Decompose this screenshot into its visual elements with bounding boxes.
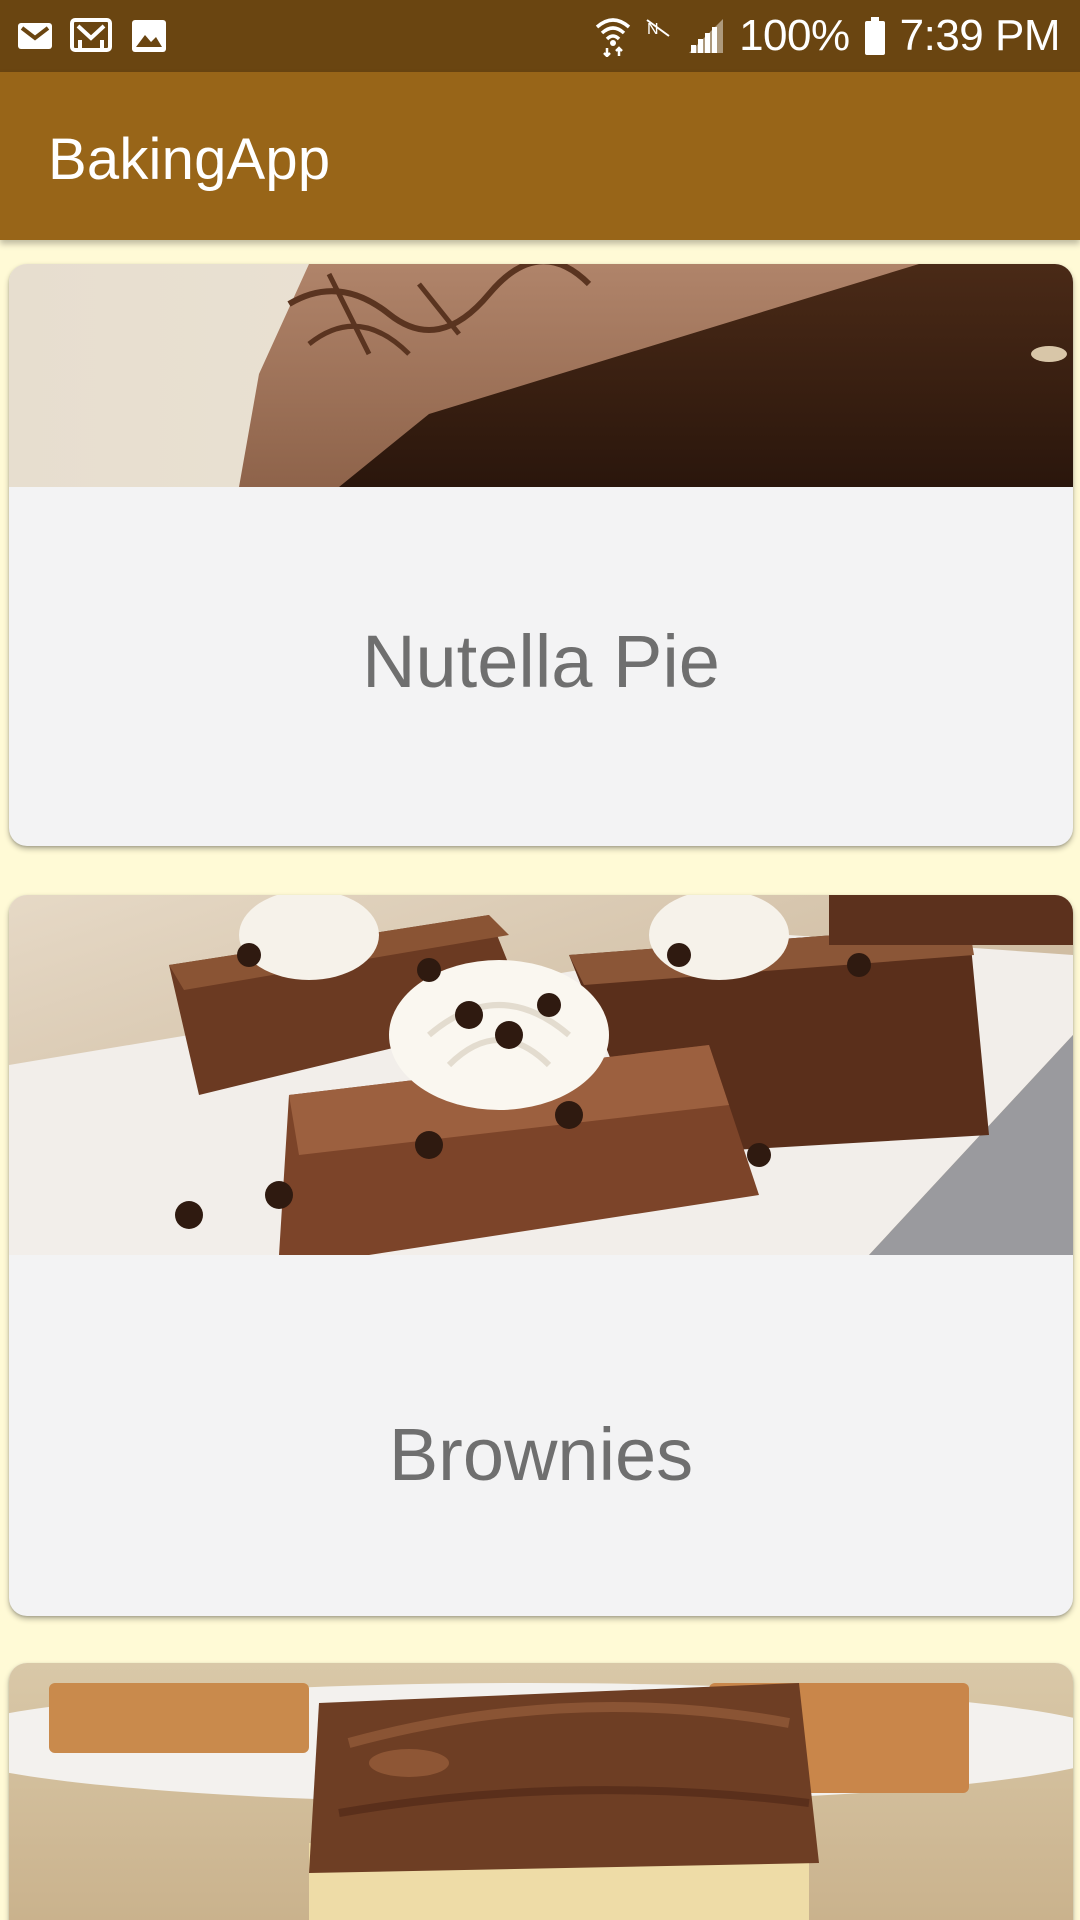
- recipe-card-nutella-pie[interactable]: Nutella Pie: [9, 264, 1073, 846]
- image-icon: [130, 17, 168, 55]
- battery-percent: 100%: [739, 11, 850, 60]
- mail-outline-icon: [70, 16, 114, 56]
- recipe-image-nutella-pie: [9, 264, 1073, 487]
- app-bar: BakingApp: [0, 72, 1080, 240]
- signal-icon: [687, 17, 725, 55]
- recipe-name: Nutella Pie: [362, 620, 720, 703]
- battery-icon: [864, 16, 886, 56]
- recipe-name: Brownies: [388, 1413, 694, 1496]
- notification-icons: [16, 16, 168, 56]
- mail-icon: [16, 17, 54, 55]
- clock: 7:39 PM: [899, 11, 1061, 60]
- recipe-list[interactable]: Nutella Pie Brownies: [0, 240, 1080, 1920]
- system-indicators: N 100% 7:39 PM: [595, 0, 1061, 72]
- recipe-card-yellow-cake[interactable]: [9, 1663, 1073, 1920]
- recipe-image-yellow-cake: [9, 1663, 1073, 1920]
- recipe-image-brownies: [9, 895, 1073, 1255]
- recipe-card-brownies[interactable]: Brownies: [9, 895, 1073, 1616]
- status-bar: N 100% 7:39 PM: [0, 0, 1080, 72]
- wifi-icon: [595, 15, 631, 57]
- app-title: BakingApp: [48, 127, 331, 192]
- nfc-icon: N: [645, 16, 673, 56]
